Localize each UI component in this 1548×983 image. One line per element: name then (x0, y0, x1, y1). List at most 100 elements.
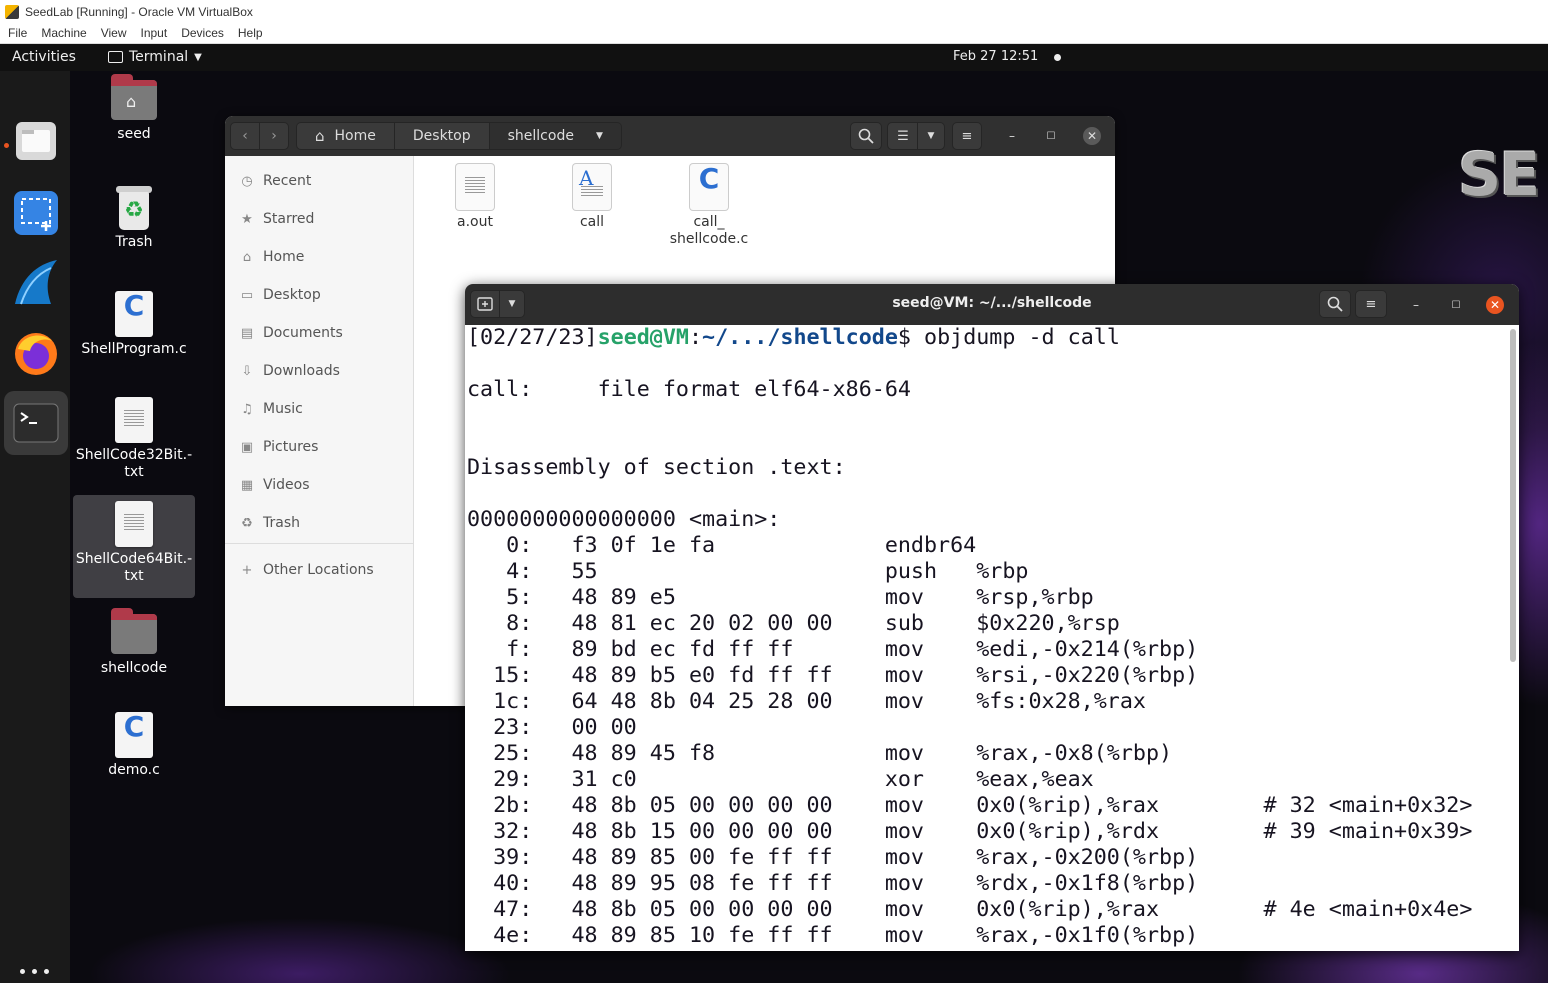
terminal-text: [02/27/23]seed@VM:~/.../shellcode$ objdu… (467, 325, 1472, 949)
trash-can-icon: ♻ (115, 184, 153, 230)
sidebar-item-label: Music (263, 401, 303, 417)
terminal-line: 4e: 48 89 85 10 fe ff ff mov %rax,-0x1f0… (467, 923, 1199, 948)
breadcrumb-label: Home (334, 128, 376, 144)
app-menu-button[interactable]: Terminal ▼ (108, 49, 202, 65)
sidebar-item-label: Home (263, 249, 305, 265)
minimize-icon: – (1413, 298, 1419, 312)
video-icon: ▦ (240, 477, 254, 493)
host-menu-file[interactable]: File (8, 26, 27, 40)
sidebar-item-label: Starred (263, 211, 315, 227)
back-button[interactable]: ‹ (230, 122, 260, 150)
sidebar-item-pictures[interactable]: ▣ Pictures (239, 436, 319, 458)
forward-button[interactable]: › (259, 122, 289, 150)
desktop-icon-shellcode32bit-txt[interactable]: ShellCode32Bit.- txt (73, 397, 195, 481)
file-item-call-shellcode-c[interactable]: C call_ shellcode.c (659, 164, 759, 248)
sidebar-item-starred[interactable]: ★ Starred (239, 208, 314, 230)
main-menu-button[interactable]: ≡ (952, 122, 982, 150)
view-options-button[interactable]: ▼ (917, 122, 945, 150)
view-list-button[interactable]: ☰ (887, 122, 919, 150)
terminal-lines: call: file format elf64-x86-64 Disassemb… (467, 351, 1472, 949)
dock-terminal[interactable] (4, 391, 68, 455)
desktop-icon-label: seed (117, 126, 151, 142)
file-manager-headerbar: ‹ › ⌂ Home Desktop shellcode ▼ ☰ ▼ ≡ – ☐… (225, 116, 1115, 156)
host-menu-help[interactable]: Help (238, 26, 263, 40)
terminal-line: 29: 31 c0 xor %eax,%eax (467, 767, 1094, 792)
sidebar-item-recent[interactable]: ◷ Recent (239, 170, 311, 192)
show-applications-button[interactable] (20, 969, 52, 981)
minimize-button[interactable]: – (1003, 127, 1021, 145)
host-menu-view[interactable]: View (101, 26, 127, 40)
star-icon: ★ (241, 211, 253, 227)
terminal-menu-button[interactable]: ≡ (1355, 290, 1387, 318)
chevron-down-icon: ▼ (194, 51, 202, 63)
dock-wireshark[interactable] (4, 251, 68, 315)
maximize-button[interactable]: ☐ (1042, 127, 1060, 145)
sidebar-item-downloads[interactable]: ⇩ Downloads (239, 360, 340, 382)
screenshot-icon (14, 191, 58, 235)
dock-files[interactable] (4, 109, 68, 173)
sidebar-item-label: Other Locations (263, 562, 374, 578)
terminal-line: 23: 00 00 (467, 715, 637, 740)
terminal-minimize-button[interactable]: – (1407, 296, 1425, 314)
breadcrumb-home[interactable]: ⌂ Home (297, 123, 395, 149)
terminal-line: 8: 48 81 ec 20 02 00 00 sub $0x220,%rsp (467, 611, 1120, 636)
firefox-icon (15, 333, 57, 375)
desktop-icon-label: ShellCode64Bit.- txt (75, 551, 193, 584)
activities-button[interactable]: Activities (12, 49, 76, 65)
sidebar-item-label: Downloads (263, 363, 340, 379)
breadcrumb-desktop[interactable]: Desktop (394, 123, 490, 149)
app-menu-label: Terminal (129, 49, 189, 65)
hamburger-menu-icon: ≡ (1365, 296, 1377, 312)
terminal-maximize-button[interactable]: ☐ (1447, 296, 1465, 314)
terminal-line: Disassembly of section .text: (467, 455, 846, 480)
desktop-icon-shellcode64bit-txt[interactable]: ShellCode64Bit.- txt (73, 495, 195, 598)
desktop-icon-demo-c[interactable]: C demo.c (73, 712, 195, 779)
sidebar-item-label: Documents (263, 325, 343, 341)
host-menu-input[interactable]: Input (141, 26, 168, 40)
terminal-icon (13, 403, 59, 443)
sidebar-item-home[interactable]: ⌂ Home (239, 246, 304, 268)
terminal-line: 4: 55 push %rbp (467, 559, 1029, 584)
sidebar-item-desktop[interactable]: ▭ Desktop (239, 284, 321, 306)
dock-firefox[interactable] (4, 321, 68, 385)
chevron-down-icon: ▼ (595, 131, 603, 141)
desktop-icon-trash[interactable]: ♻ Trash (73, 184, 195, 251)
hamburger-menu-icon: ≡ (961, 128, 973, 144)
desktop-icon: ▭ (240, 287, 254, 303)
file-item-call[interactable]: A call (542, 164, 642, 231)
terminal-search-button[interactable] (1319, 290, 1351, 318)
host-menu-devices[interactable]: Devices (181, 26, 224, 40)
sidebar-item-trash[interactable]: ♻ Trash (239, 512, 300, 534)
sidebar-item-music[interactable]: ♫ Music (239, 398, 303, 420)
desktop-icon-shellcode-folder[interactable]: shellcode (73, 608, 195, 677)
sidebar-item-videos[interactable]: ▦ Videos (239, 474, 310, 496)
breadcrumb-shellcode[interactable]: shellcode ▼ (489, 123, 621, 149)
close-icon: ✕ (1489, 298, 1501, 312)
host-menu-machine[interactable]: Machine (41, 26, 86, 40)
desktop-icon-seed[interactable]: ⌂ seed (73, 74, 195, 143)
text-document-icon: A (573, 164, 611, 210)
desktop-icon-shellprogram-c[interactable]: C ShellProgram.c (73, 291, 195, 358)
terminal-close-button[interactable]: ✕ (1486, 296, 1504, 314)
dock-screenshot[interactable] (4, 181, 68, 245)
binary-file-icon (456, 164, 494, 210)
terminal-scrollbar[interactable] (1510, 329, 1516, 662)
sidebar-item-documents[interactable]: ▤ Documents (239, 322, 343, 344)
breadcrumb-label: shellcode (507, 128, 574, 144)
close-button[interactable]: ✕ (1083, 127, 1101, 145)
home-folder-icon: ⌂ (111, 74, 157, 120)
file-item-a-out[interactable]: a.out (425, 164, 525, 231)
terminal-line: 25: 48 89 45 f8 mov %rax,-0x8(%rbp) (467, 741, 1173, 766)
search-button[interactable] (850, 122, 882, 150)
prompt-command: $ objdump -d call (897, 325, 1120, 350)
terminal-headerbar: ▼ seed@VM: ~/.../shellcode ≡ – ☐ ✕ (465, 284, 1519, 325)
sidebar-item-other-locations[interactable]: + Other Locations (239, 559, 374, 581)
terminal-output[interactable]: [02/27/23]seed@VM:~/.../shellcode$ objdu… (465, 325, 1519, 951)
desktop-icon-label: ShellCode32Bit.- txt (75, 447, 193, 480)
terminal-line: 39: 48 89 85 00 fe ff ff mov %rax,-0x200… (467, 845, 1199, 870)
terminal-window: ▼ seed@VM: ~/.../shellcode ≡ – ☐ ✕ [02/2… (465, 284, 1519, 951)
clock[interactable]: Feb 27 12:51 (953, 49, 1038, 64)
prompt-date: [02/27/23] (467, 325, 598, 350)
